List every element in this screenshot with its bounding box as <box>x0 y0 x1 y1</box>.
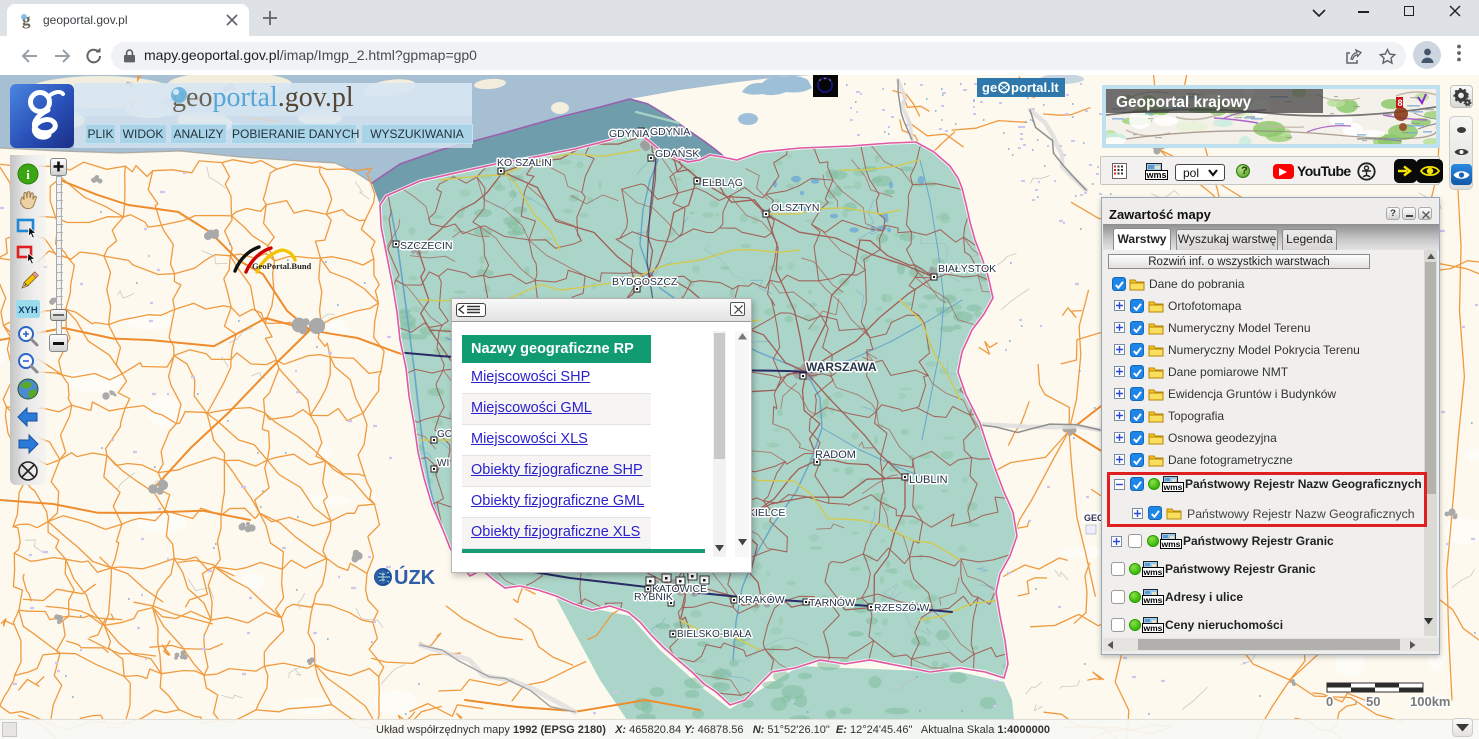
svg-text:OLSZTYN: OLSZTYN <box>771 202 819 214</box>
svg-text:WARSZAWA: WARSZAWA <box>806 360 877 374</box>
svg-text:TARNÓW: TARNÓW <box>809 596 855 609</box>
svg-text:ÚZK: ÚZK <box>394 565 436 589</box>
svg-text:ge: ge <box>982 80 997 95</box>
svg-text:100km: 100km <box>1410 694 1450 709</box>
svg-text:8: 8 <box>1398 98 1403 108</box>
svg-text:GDAŃSK: GDAŃSK <box>655 147 699 160</box>
svg-text:RADOM: RADOM <box>815 449 856 461</box>
svg-text:KIELCE: KIELCE <box>748 507 785 519</box>
svg-text:KRAKÓW: KRAKÓW <box>738 593 785 606</box>
svg-text:SZCZECIN: SZCZECIN <box>400 240 453 252</box>
svg-text:WI: WI <box>437 458 449 469</box>
svg-text:0: 0 <box>1326 694 1333 709</box>
svg-text:XYH: XYH <box>18 305 38 316</box>
svg-text:GDYNIA: GDYNIA <box>609 128 649 140</box>
svg-text:C: C <box>374 567 388 589</box>
svg-text:Geoportal krajowy: Geoportal krajowy <box>1116 94 1252 111</box>
svg-text:BYDGOSZCZ: BYDGOSZCZ <box>612 276 678 288</box>
svg-text:GDYNIA: GDYNIA <box>650 126 690 138</box>
svg-text:i: i <box>26 167 30 182</box>
svg-text:50: 50 <box>1366 694 1380 709</box>
svg-text:portal.lt: portal.lt <box>1011 80 1059 95</box>
svg-text:GeoPortal.Bund: GeoPortal.Bund <box>252 261 312 271</box>
svg-text:RZESZÓ W: RZESZÓ W <box>874 601 930 614</box>
svg-text:LUBLIN: LUBLIN <box>909 474 948 486</box>
svg-text:ELBLĄG: ELBLĄG <box>702 177 743 189</box>
svg-text:KO SZALIN: KO SZALIN <box>497 157 552 169</box>
svg-text:BIELSKO-BIAŁA: BIELSKO-BIAŁA <box>677 629 752 640</box>
svg-text:BIAŁYSTOK: BIAŁYSTOK <box>938 263 996 275</box>
